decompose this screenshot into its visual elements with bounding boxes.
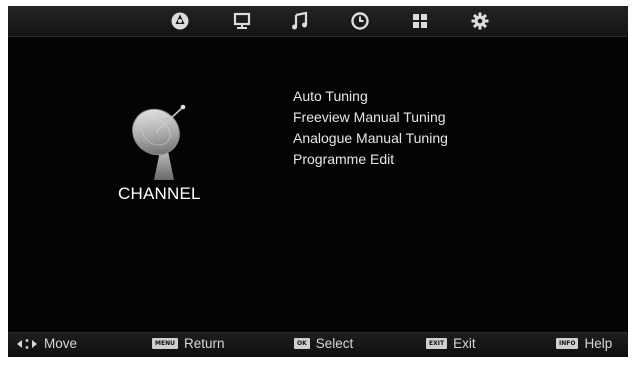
hint-select: OK Select <box>294 336 353 351</box>
lock-icon[interactable] <box>408 9 432 33</box>
menu-item-freeview-manual-tuning[interactable]: Freeview Manual Tuning <box>291 107 450 128</box>
time-icon[interactable] <box>348 9 372 33</box>
footer-hint-bar: Move MENU Return OK Select EXIT Exit INF… <box>8 332 628 357</box>
hint-help: INFO Help <box>556 336 612 351</box>
settings-icon[interactable] <box>468 9 492 33</box>
sound-icon[interactable] <box>288 9 312 33</box>
ok-key-icon: OK <box>294 338 310 349</box>
hint-help-label: Help <box>584 336 613 351</box>
hint-return-label: Return <box>183 336 225 351</box>
menu-item-analogue-manual-tuning[interactable]: Analogue Manual Tuning <box>291 128 450 149</box>
top-navigation-bar <box>8 6 628 37</box>
menu-key-icon: MENU <box>152 338 178 349</box>
hint-move: Move <box>16 336 77 351</box>
hint-exit-label: Exit <box>453 336 476 351</box>
hint-select-label: Select <box>315 336 354 351</box>
hint-exit: EXIT Exit <box>426 336 476 351</box>
hint-return: MENU Return <box>152 336 225 351</box>
menu-item-programme-edit[interactable]: Programme Edit <box>291 149 450 170</box>
channel-menu: Auto Tuning Freeview Manual Tuning Analo… <box>291 86 450 170</box>
section-title: CHANNEL <box>118 184 201 203</box>
left-right-arrows-icon <box>17 338 37 349</box>
menu-item-auto-tuning[interactable]: Auto Tuning <box>291 86 450 107</box>
exit-key-icon: EXIT <box>426 338 448 349</box>
picture-icon[interactable] <box>230 9 254 33</box>
info-key-icon: INFO <box>556 338 579 349</box>
hint-move-label: Move <box>44 336 78 351</box>
satellite-dish-icon <box>132 104 186 180</box>
channel-icon[interactable] <box>168 9 192 33</box>
tv-menu-screen: CHANNEL Auto Tuning Freeview Manual Tuni… <box>8 6 628 357</box>
